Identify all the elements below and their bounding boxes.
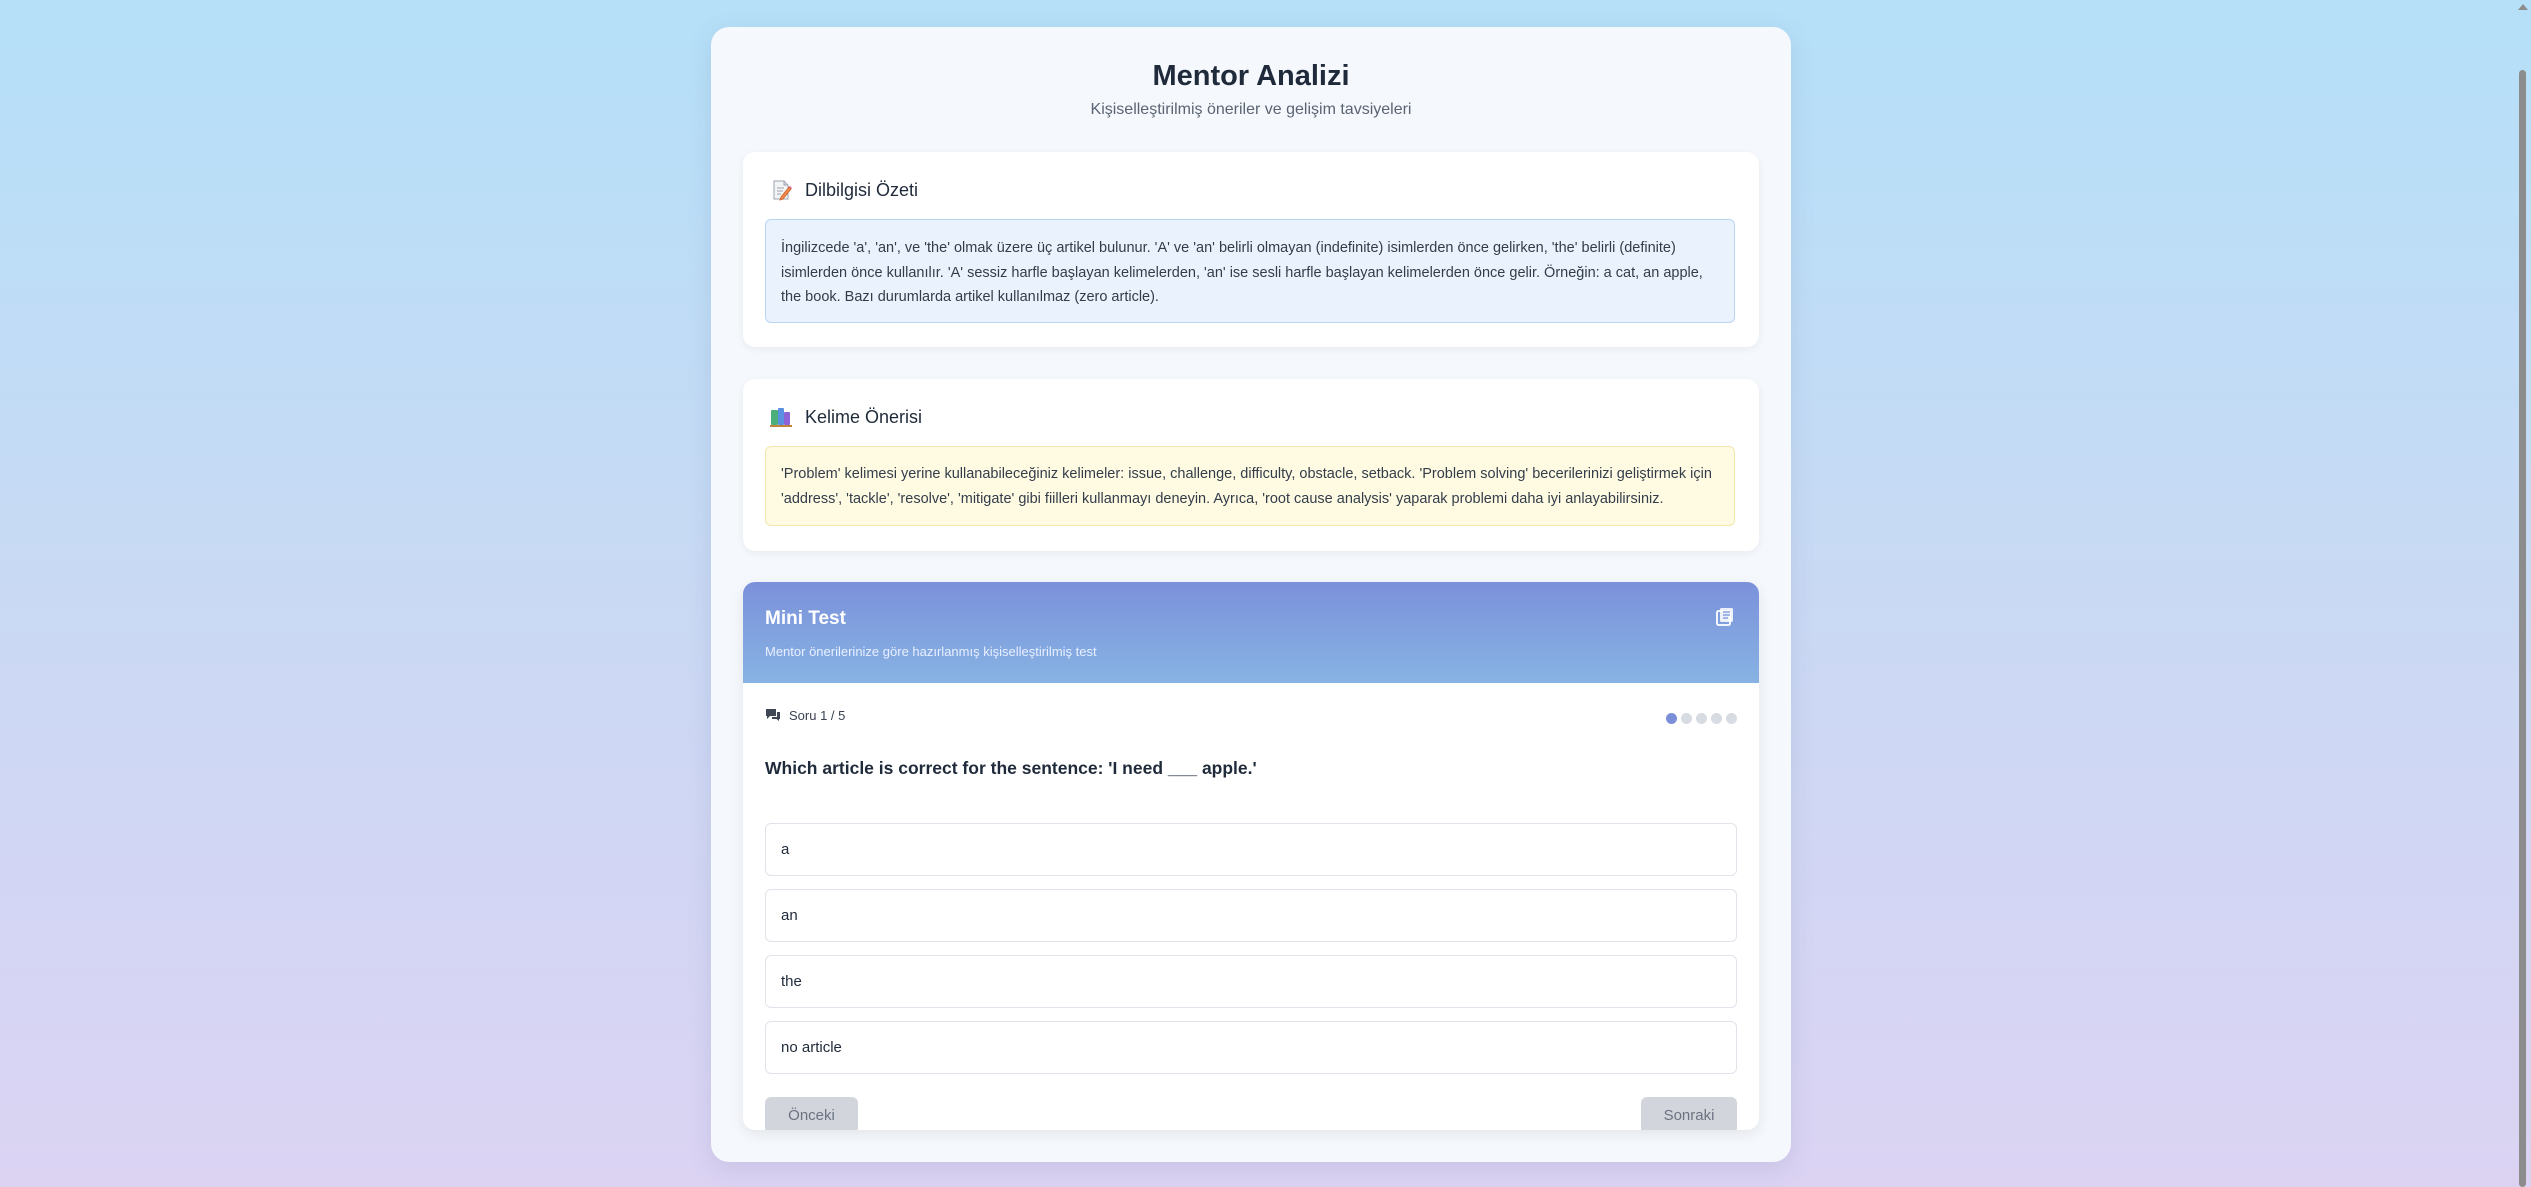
- mini-test-title: Mini Test: [765, 608, 846, 629]
- page-scrollbar[interactable]: [2514, 0, 2531, 1187]
- scrollbar-thumb[interactable]: [2519, 70, 2526, 1187]
- next-button[interactable]: Sonraki: [1641, 1097, 1737, 1130]
- answer-option-a[interactable]: a: [765, 823, 1737, 876]
- progress-dot-2: [1681, 713, 1692, 724]
- previous-button[interactable]: Önceki: [765, 1097, 858, 1130]
- progress-dots: [1666, 713, 1737, 724]
- page-title: Mentor Analizi: [1152, 60, 1350, 92]
- question-counter: Soru 1 / 5: [789, 707, 846, 723]
- mini-test-card: Mini Test Mentor önerilerinize göre hazı…: [743, 582, 1759, 1130]
- vocab-card-header: Kelime Önerisi: [770, 405, 922, 429]
- grammar-summary-text: İngilizcede 'a', 'an', ve 'the' olmak üz…: [765, 219, 1735, 323]
- page-subtitle: Kişiselleştirilmiş öneriler ve gelişim t…: [1090, 101, 1412, 118]
- mentor-analysis-panel: Mentor Analizi Kişiselleştirilmiş öneril…: [711, 27, 1791, 1162]
- mini-test-header: Mini Test Mentor önerilerinize göre hazı…: [743, 582, 1759, 683]
- question-progress: Soru 1 / 5: [765, 707, 845, 723]
- memo-icon: [770, 179, 792, 201]
- vocab-suggestion-text: 'Problem' kelimesi yerine kullanabileceğ…: [765, 446, 1735, 526]
- books-icon: [770, 406, 792, 428]
- question-text: Which article is correct for the sentenc…: [765, 758, 1257, 778]
- grammar-card-title: Dilbilgisi Özeti: [805, 179, 919, 200]
- vocabulary-suggestion-card: Kelime Önerisi 'Problem' kelimesi yerine…: [743, 379, 1759, 551]
- quiz-book-icon[interactable]: [1715, 607, 1735, 627]
- vocab-card-title: Kelime Önerisi: [805, 406, 923, 427]
- chat-bubble-icon: [765, 707, 781, 723]
- answer-option-an[interactable]: an: [765, 889, 1737, 942]
- answer-option-the[interactable]: the: [765, 955, 1737, 1008]
- progress-dot-4: [1711, 713, 1722, 724]
- scroll-up-arrow-icon[interactable]: [2518, 4, 2528, 10]
- progress-dot-5: [1726, 713, 1737, 724]
- answer-option-no-article[interactable]: no article: [765, 1021, 1737, 1074]
- mini-test-subtitle: Mentor önerilerinize göre hazırlanmış ki…: [765, 644, 1097, 659]
- progress-dot-1: [1666, 713, 1677, 724]
- grammar-summary-card: Dilbilgisi Özeti İngilizcede 'a', 'an', …: [743, 152, 1759, 347]
- grammar-card-header: Dilbilgisi Özeti: [770, 178, 918, 202]
- progress-dot-3: [1696, 713, 1707, 724]
